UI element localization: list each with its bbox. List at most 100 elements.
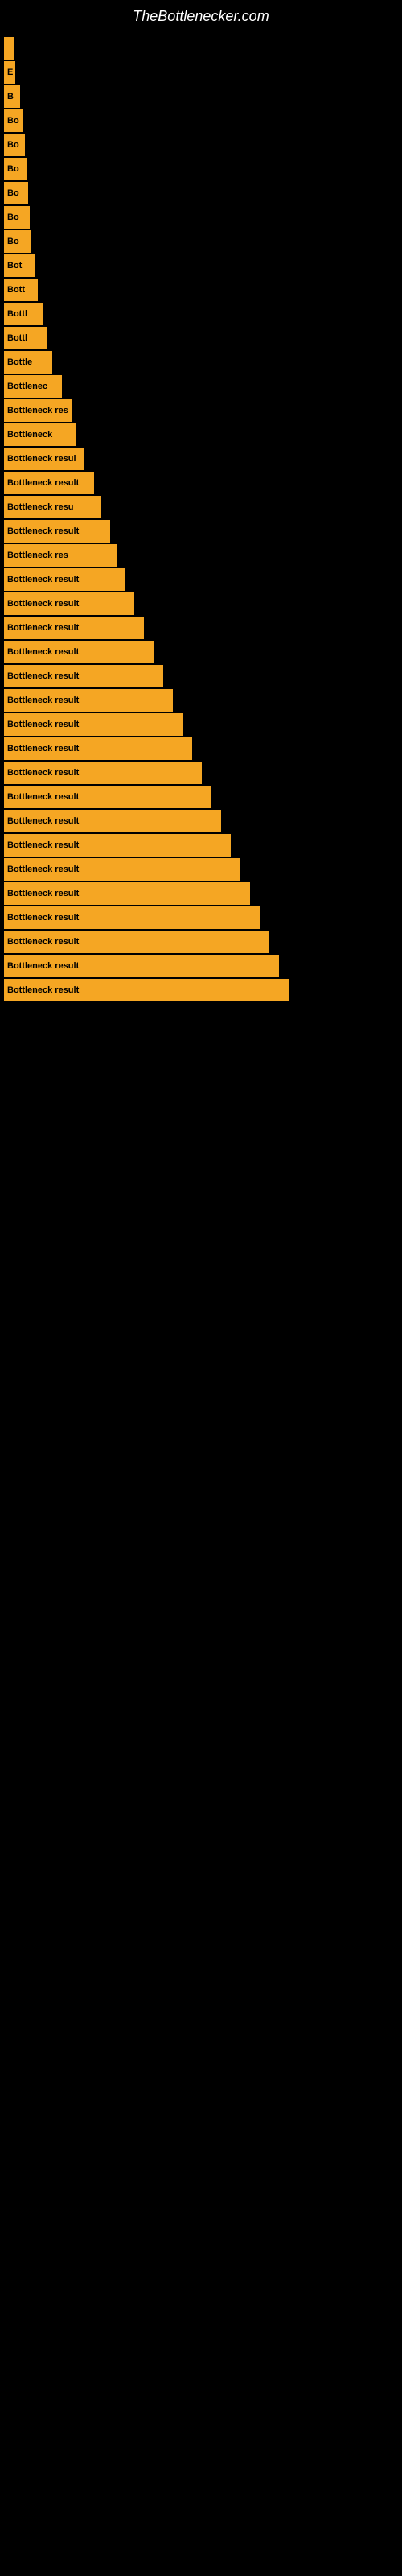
bar-item: Bo xyxy=(4,158,27,180)
bar-label: Bottleneck result xyxy=(7,792,79,802)
bar-row: Bottleneck result xyxy=(4,979,402,1001)
bar-label: Bottleneck result xyxy=(7,599,79,609)
bar-label: Bottleneck result xyxy=(7,696,79,705)
bar-row: Bottl xyxy=(4,327,402,349)
bar-label: E xyxy=(7,68,13,77)
bar-row: Bottleneck result xyxy=(4,762,402,784)
bar-item: Bottleneck res xyxy=(4,399,72,422)
bar-item: Bo xyxy=(4,206,30,229)
bar-label: Bo xyxy=(7,116,19,126)
bar-item: E xyxy=(4,61,15,84)
bar-item: Bottleneck resul xyxy=(4,448,84,470)
bar-label: Bott xyxy=(7,285,25,295)
bar-row: Bottleneck result xyxy=(4,906,402,929)
bar-item: Bottl xyxy=(4,303,43,325)
bar-row: Bottleneck result xyxy=(4,834,402,857)
bar-row: Bottle xyxy=(4,351,402,374)
bar-item: Bottleneck xyxy=(4,423,76,446)
bar-label: Bo xyxy=(7,237,19,246)
bar-label: Bottleneck res xyxy=(7,551,68,560)
bar-row: Bottlenec xyxy=(4,375,402,398)
bar-row: Bot xyxy=(4,254,402,277)
bar-row: Bottleneck res xyxy=(4,544,402,567)
bar-item: Bo xyxy=(4,182,28,204)
bar-item: Bottleneck result xyxy=(4,834,231,857)
bar-label: Bottleneck result xyxy=(7,671,79,681)
bar-label: Bottle xyxy=(7,357,32,367)
bar-item: Bottleneck result xyxy=(4,592,134,615)
bar-label: Bo xyxy=(7,164,19,174)
bar-item: Bottleneck result xyxy=(4,786,211,808)
bar-label: Bottleneck result xyxy=(7,744,79,753)
bar-row: Bo xyxy=(4,134,402,156)
bar-row: Bottleneck result xyxy=(4,520,402,543)
bar-label: Bottleneck result xyxy=(7,478,79,488)
bar-item: Bottleneck result xyxy=(4,641,154,663)
bar-label: Bottleneck result xyxy=(7,840,79,850)
bar-row: Bottleneck result xyxy=(4,786,402,808)
bar-label: Bottleneck result xyxy=(7,623,79,633)
bar-row xyxy=(4,37,402,60)
bar-label: Bottleneck xyxy=(7,430,52,440)
bar-label: Bottleneck resul xyxy=(7,454,76,464)
bar-label: Bottleneck resu xyxy=(7,502,74,512)
bar-row: Bottleneck result xyxy=(4,737,402,760)
bar-row: Bottleneck result xyxy=(4,713,402,736)
bar-label: Bo xyxy=(7,140,19,150)
bar-row: Bottleneck result xyxy=(4,617,402,639)
bar-item: Bo xyxy=(4,134,25,156)
bar-item: Bottleneck result xyxy=(4,906,260,929)
bar-item: Bott xyxy=(4,279,38,301)
bar-label: Bottl xyxy=(7,333,27,343)
site-title: TheBottlenecker.com xyxy=(0,0,402,29)
bar-label: Bottleneck result xyxy=(7,937,79,947)
bar-item: Bottleneck resu xyxy=(4,496,100,518)
bar-row: Bottleneck result xyxy=(4,858,402,881)
bar-label: Bottl xyxy=(7,309,27,319)
bar-item: Bottleneck result xyxy=(4,737,192,760)
bar-label: Bottleneck result xyxy=(7,865,79,874)
bar-item: Bottleneck result xyxy=(4,810,221,832)
bar-row: B xyxy=(4,85,402,108)
bar-item: Bottleneck result xyxy=(4,762,202,784)
bar-item: Bottleneck result xyxy=(4,520,110,543)
bar-label: Bottleneck result xyxy=(7,816,79,826)
bar-label: Bottleneck result xyxy=(7,985,79,995)
bar-label: Bottleneck result xyxy=(7,913,79,923)
bar-row: Bottleneck result xyxy=(4,641,402,663)
bar-item: Bottleneck result xyxy=(4,955,279,977)
bar-item: B xyxy=(4,85,20,108)
bar-row: Bottleneck result xyxy=(4,810,402,832)
bar-label: B xyxy=(7,92,14,101)
bar-label: Bo xyxy=(7,213,19,222)
bar-item: Bottlenec xyxy=(4,375,62,398)
bar-row: Bottleneck result xyxy=(4,592,402,615)
bar-label: Bottleneck result xyxy=(7,526,79,536)
bar-row: Bottleneck res xyxy=(4,399,402,422)
bar-row: Bo xyxy=(4,230,402,253)
bar-label: Bottleneck result xyxy=(7,575,79,584)
bar-item: Bo xyxy=(4,230,31,253)
bar-item: Bottleneck result xyxy=(4,931,269,953)
bar-item: Bo xyxy=(4,109,23,132)
bar-item: Bottleneck result xyxy=(4,568,125,591)
bar-label: Bottleneck result xyxy=(7,768,79,778)
bar-item xyxy=(4,37,14,60)
bar-row: Bottleneck result xyxy=(4,689,402,712)
bar-item: Bottleneck res xyxy=(4,544,117,567)
bar-row: Bo xyxy=(4,206,402,229)
bar-item: Bottleneck result xyxy=(4,979,289,1001)
bar-item: Bottleneck result xyxy=(4,617,144,639)
bar-row: Bottleneck resu xyxy=(4,496,402,518)
bar-label: Bottleneck result xyxy=(7,961,79,971)
bar-row: Bottleneck result xyxy=(4,882,402,905)
bar-row: Bottleneck result xyxy=(4,931,402,953)
bar-row: Bottl xyxy=(4,303,402,325)
bar-row: Bottleneck result xyxy=(4,955,402,977)
bar-label: Bottleneck result xyxy=(7,720,79,729)
bar-item: Bottl xyxy=(4,327,47,349)
bar-row: Bottleneck result xyxy=(4,568,402,591)
bar-item: Bottleneck result xyxy=(4,665,163,687)
bar-row: Bottleneck result xyxy=(4,472,402,494)
bar-row: Bo xyxy=(4,109,402,132)
